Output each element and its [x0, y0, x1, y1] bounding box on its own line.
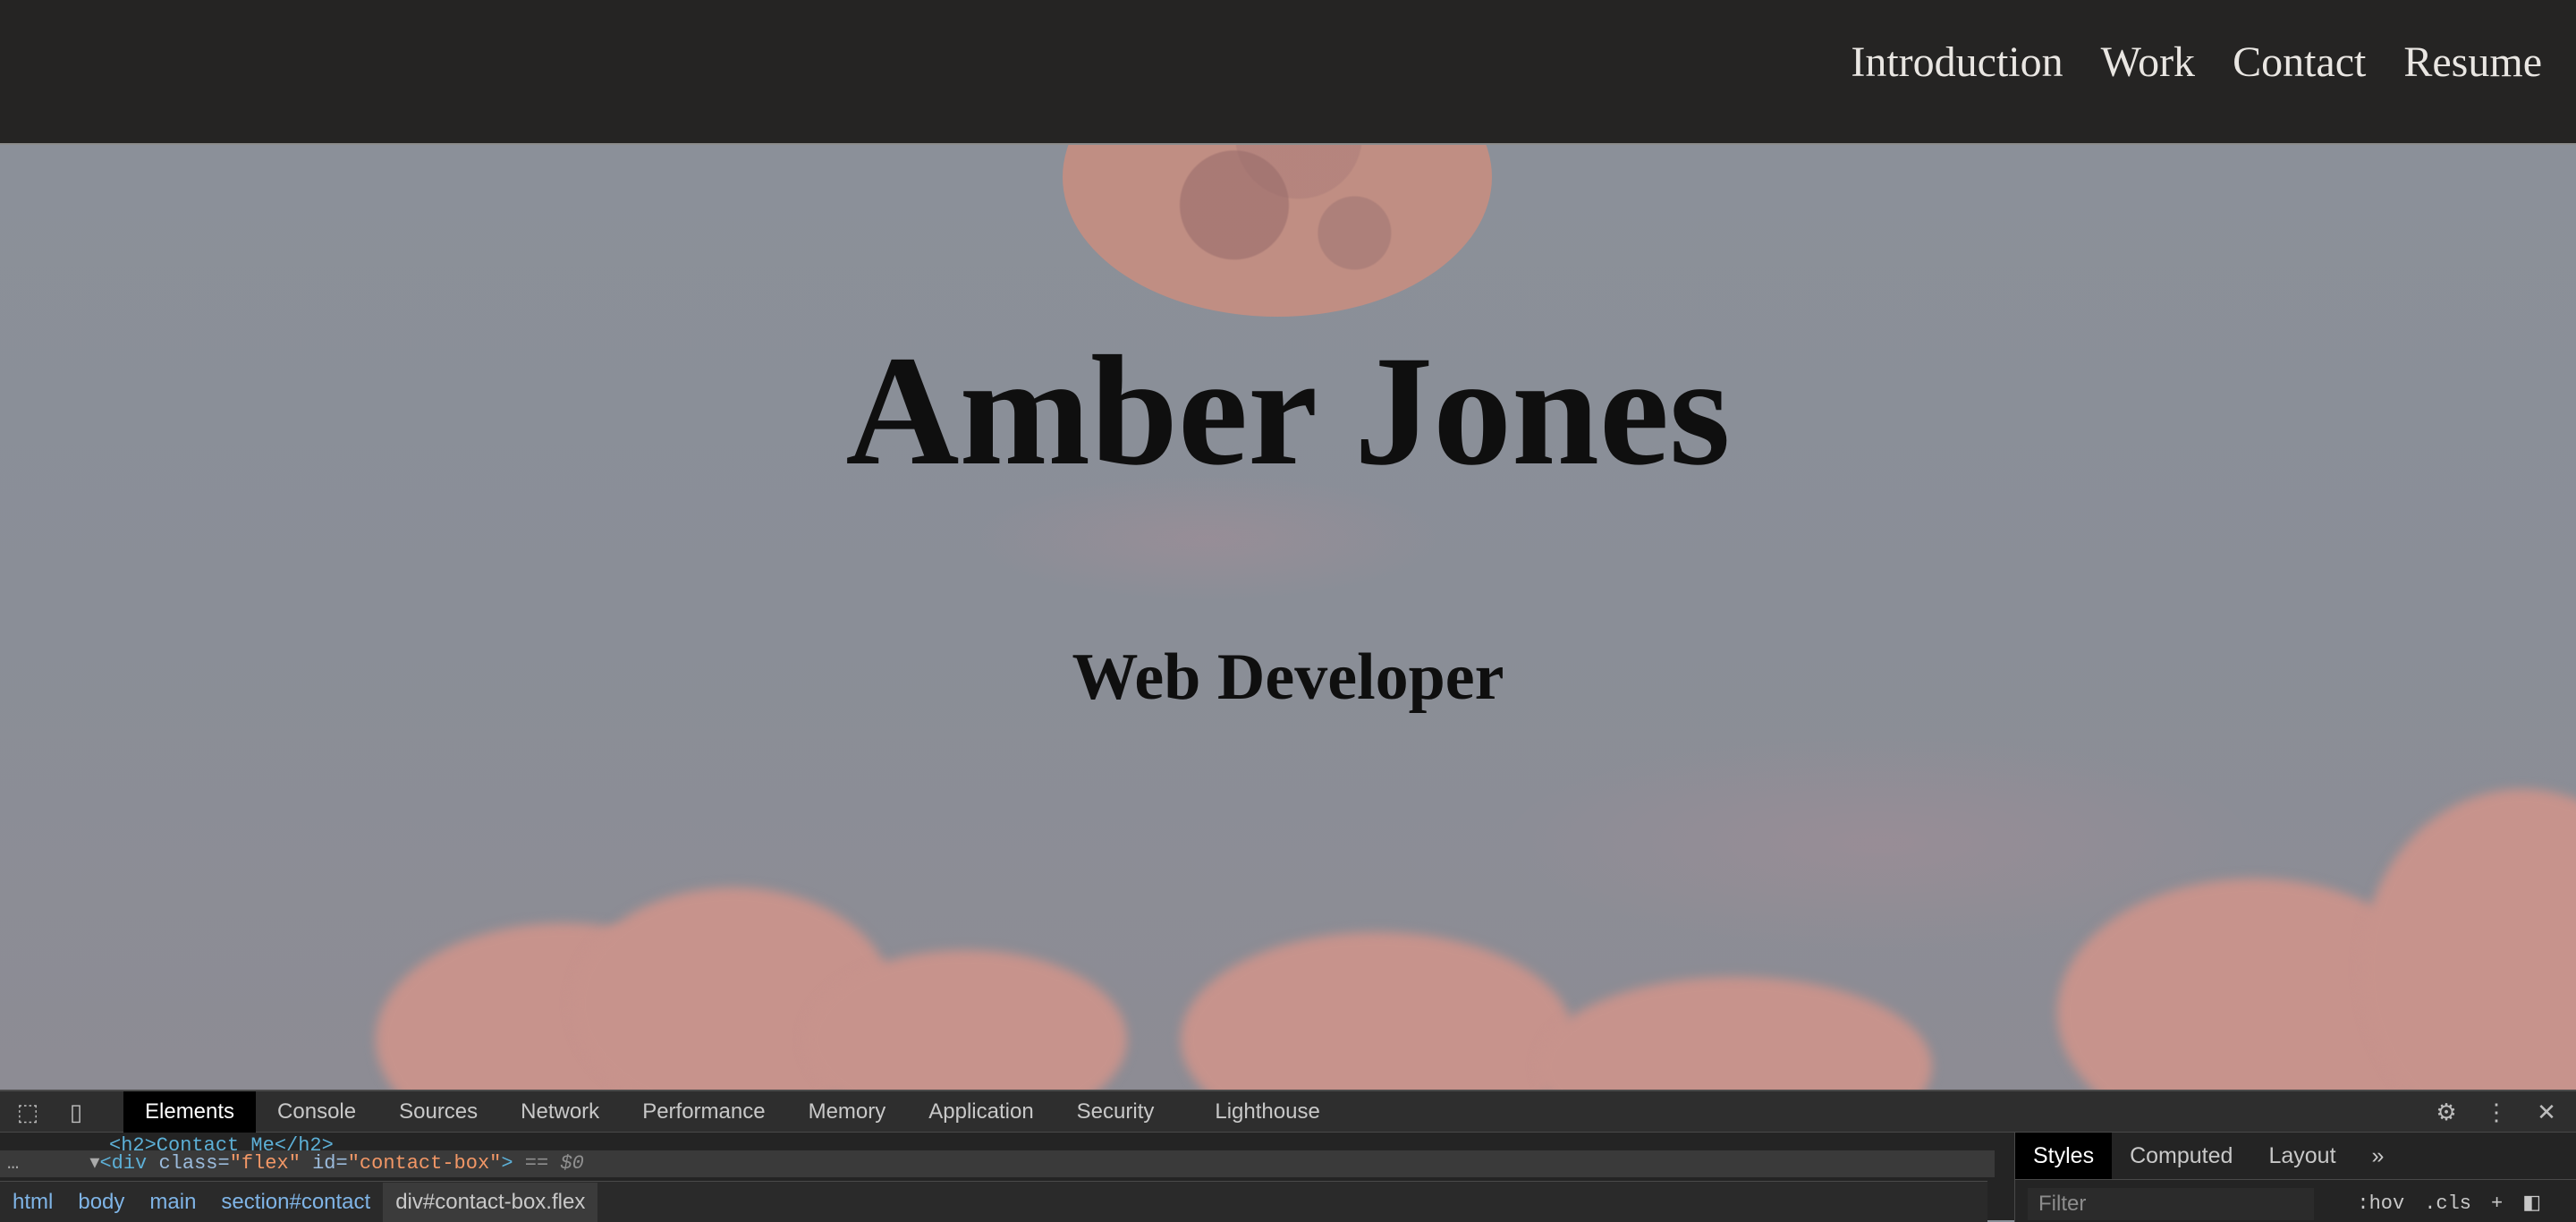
- breadcrumb-div[interactable]: div#contact-box.flex: [383, 1182, 598, 1222]
- tab-elements[interactable]: Elements: [123, 1091, 257, 1133]
- breadcrumb-body[interactable]: body: [65, 1183, 137, 1222]
- hov-toggle[interactable]: :hov: [2357, 1188, 2404, 1220]
- device-toolbar-icon[interactable]: ▯: [61, 1097, 91, 1127]
- new-rule-plus-icon[interactable]: +: [2491, 1188, 2503, 1220]
- tab-styles[interactable]: Styles: [2015, 1133, 2113, 1179]
- dom-ellipsis[interactable]: …: [7, 1152, 19, 1175]
- main-nav: Introduction Work Contact Resume: [1851, 34, 2542, 91]
- tab-network[interactable]: Network: [499, 1091, 621, 1133]
- close-devtools-icon[interactable]: ✕: [2531, 1097, 2562, 1127]
- nav-link-contact[interactable]: Contact: [2233, 34, 2366, 91]
- tab-performance[interactable]: Performance: [621, 1091, 786, 1133]
- moon-image: [1063, 145, 1492, 317]
- settings-gear-icon[interactable]: ⚙: [2431, 1097, 2462, 1127]
- more-tabs-icon[interactable]: »: [2354, 1133, 2402, 1179]
- styles-filter-input[interactable]: Filter: [2028, 1188, 2314, 1220]
- styles-sidepanel: Styles Computed Layout » Filter :hov .cl…: [2014, 1133, 2576, 1222]
- tab-security[interactable]: Security: [1055, 1091, 1176, 1133]
- hero-role: Web Developer: [1072, 641, 1504, 714]
- nav-link-work[interactable]: Work: [2101, 34, 2195, 91]
- expand-triangle-icon[interactable]: ▾: [89, 1152, 99, 1175]
- devtools-tabs: Elements Console Sources Network Perform…: [123, 1091, 1342, 1133]
- dom-attr-class: class=: [158, 1152, 230, 1175]
- hero-section: Amber Jones Web Developer: [0, 145, 2576, 1090]
- cls-toggle[interactable]: .cls: [2424, 1188, 2471, 1220]
- styles-toolbar: :hov .cls + ◧: [2357, 1188, 2541, 1220]
- tab-console[interactable]: Console: [256, 1091, 377, 1133]
- tab-memory[interactable]: Memory: [787, 1091, 908, 1133]
- breadcrumb-main[interactable]: main: [137, 1183, 208, 1222]
- hero-name: Amber Jones: [845, 324, 1731, 498]
- dom-h2-text: <h2>Contact Me</h2>: [109, 1134, 334, 1150]
- dom-node-contact-box[interactable]: … ▾<div class="flex" id="contact-box"> =…: [0, 1150, 1995, 1177]
- dom-val-class: "flex": [229, 1152, 301, 1175]
- dom-tag-open: <div: [99, 1152, 148, 1175]
- breadcrumb-html[interactable]: html: [0, 1183, 65, 1222]
- breadcrumb: html body main section#contact div#conta…: [0, 1181, 1987, 1222]
- nav-link-resume[interactable]: Resume: [2403, 34, 2542, 91]
- dom-node-h2[interactable]: <h2>Contact Me</h2>: [0, 1133, 2097, 1150]
- toggle-sidebar-icon[interactable]: ◧: [2522, 1188, 2541, 1220]
- dom-tag-close: >: [501, 1152, 513, 1175]
- tab-lighthouse[interactable]: Lighthouse: [1193, 1091, 1341, 1133]
- nav-link-introduction[interactable]: Introduction: [1851, 34, 2063, 91]
- dom-val-id: "contact-box": [347, 1152, 502, 1175]
- dom-attr-id: id=: [312, 1152, 348, 1175]
- tab-application[interactable]: Application: [907, 1091, 1055, 1133]
- devtools-panel: ⬚ ▯ Elements Console Sources Network Per…: [0, 1090, 2576, 1222]
- devtools-tabbar: ⬚ ▯ Elements Console Sources Network Per…: [0, 1091, 2576, 1133]
- breadcrumb-section[interactable]: section#contact: [208, 1183, 383, 1222]
- tab-layout[interactable]: Layout: [2250, 1133, 2353, 1179]
- more-options-icon[interactable]: ⋮: [2481, 1097, 2512, 1127]
- tab-sources[interactable]: Sources: [377, 1091, 499, 1133]
- sidepanel-tabs: Styles Computed Layout »: [2015, 1133, 2576, 1180]
- site-header: Introduction Work Contact Resume: [0, 0, 2576, 145]
- inspect-element-icon[interactable]: ⬚: [13, 1097, 43, 1127]
- dom-selected-marker: == $0: [524, 1152, 584, 1175]
- tab-computed[interactable]: Computed: [2112, 1133, 2250, 1179]
